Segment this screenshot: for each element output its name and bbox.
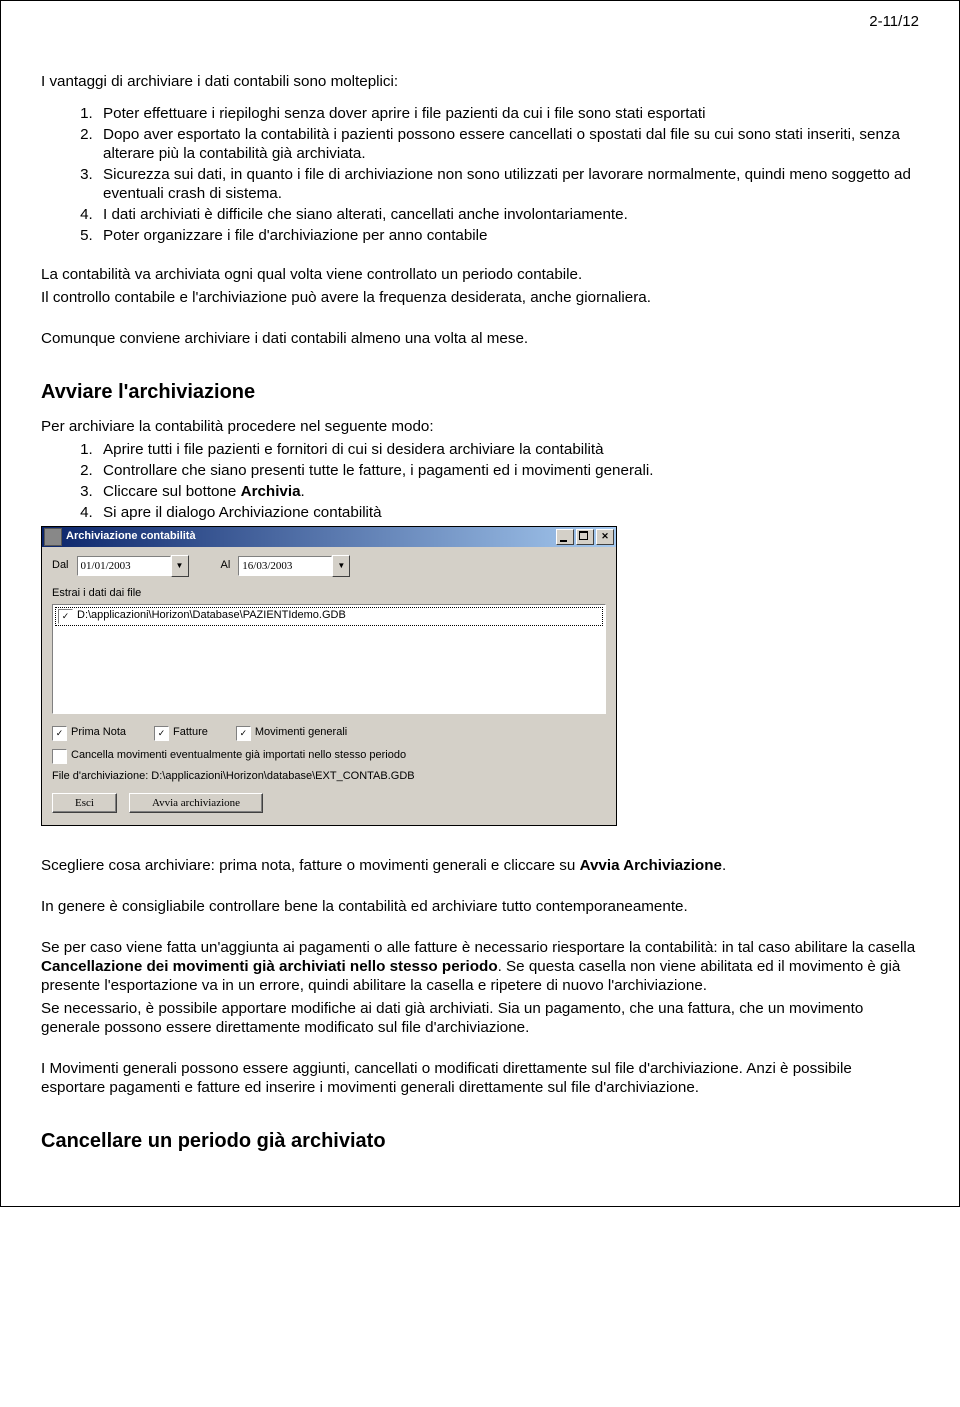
checkbox-prima-nota[interactable]: ✓Prima Nota xyxy=(52,726,126,741)
checkbox-fatture[interactable]: ✓Fatture xyxy=(154,726,208,741)
list-item: Poter organizzare i file d'archiviazione… xyxy=(97,226,919,245)
list-item: Cliccare sul bottone Archivia. xyxy=(97,482,919,501)
from-date-input[interactable] xyxy=(77,556,171,576)
extract-label: Estrai i dati dai file xyxy=(52,587,606,601)
checkbox-cancella[interactable]: Cancella movimenti eventualmente già imp… xyxy=(52,749,606,764)
checkbox-movimenti[interactable]: ✓Movimenti generali xyxy=(236,726,347,741)
page-number: 2-11/12 xyxy=(41,13,919,32)
maximize-button[interactable] xyxy=(576,529,594,545)
to-date-input[interactable] xyxy=(238,556,332,576)
to-date-dropdown[interactable]: ▼ xyxy=(332,555,350,577)
after-p2: In genere è consigliabile controllare be… xyxy=(41,897,919,916)
list-item: Controllare che siano presenti tutte le … xyxy=(97,461,919,480)
after-p5: I Movimenti generali possono essere aggi… xyxy=(41,1059,919,1097)
close-button[interactable] xyxy=(596,529,614,545)
list-item: I dati archiviati è difficile che siano … xyxy=(97,205,919,224)
file-listbox[interactable]: ✓ D:\applicazioni\Horizon\Database\PAZIE… xyxy=(52,604,606,714)
dialog-titlebar[interactable]: Archiviazione contabilità xyxy=(42,527,616,547)
file-list-item[interactable]: ✓ D:\applicazioni\Horizon\Database\PAZIE… xyxy=(55,607,603,626)
file-path: D:\applicazioni\Horizon\Database\PAZIENT… xyxy=(77,609,346,623)
archive-file-path: File d'archiviazione: D:\applicazioni\Ho… xyxy=(52,770,606,784)
start-lead: Per archiviare la contabilità procedere … xyxy=(41,417,919,436)
list-item: Sicurezza sui dati, in quanto i file di … xyxy=(97,165,919,203)
app-icon xyxy=(44,528,62,546)
after-p4: Se necessario, è possibile apportare mod… xyxy=(41,999,919,1037)
to-label: Al xyxy=(221,559,231,573)
dialog-archiviazione: Archiviazione contabilità Dal ▼ Al ▼ Est… xyxy=(41,526,617,827)
list-item: Aprire tutti i file pazienti e fornitori… xyxy=(97,440,919,459)
avvia-button[interactable]: Avvia archiviazione xyxy=(129,793,263,813)
intro-list: Poter effettuare i riepiloghi senza dove… xyxy=(41,104,919,245)
from-label: Dal xyxy=(52,559,69,573)
heading-cancellare: Cancellare un periodo già archiviato xyxy=(41,1129,919,1154)
heading-avviare: Avviare l'archiviazione xyxy=(41,380,919,405)
esci-button[interactable]: Esci xyxy=(52,793,117,813)
from-date-dropdown[interactable]: ▼ xyxy=(171,555,189,577)
list-item: Si apre il dialogo Archiviazione contabi… xyxy=(97,503,919,522)
list-item: Dopo aver esportato la contabilità i paz… xyxy=(97,125,919,163)
intro-p2: Il controllo contabile e l'archiviazione… xyxy=(41,288,919,307)
intro-p1: La contabilità va archiviata ogni qual v… xyxy=(41,265,919,284)
after-p1: Scegliere cosa archiviare: prima nota, f… xyxy=(41,856,919,875)
after-p3: Se per caso viene fatta un'aggiunta ai p… xyxy=(41,938,919,995)
checkbox-icon[interactable]: ✓ xyxy=(58,609,73,624)
intro-lead: I vantaggi di archiviare i dati contabil… xyxy=(41,72,919,91)
dialog-title: Archiviazione contabilità xyxy=(66,530,554,544)
minimize-button[interactable] xyxy=(556,529,574,545)
list-item: Poter effettuare i riepiloghi senza dove… xyxy=(97,104,919,123)
start-list: Aprire tutti i file pazienti e fornitori… xyxy=(41,440,919,522)
intro-p3: Comunque conviene archiviare i dati cont… xyxy=(41,329,919,348)
